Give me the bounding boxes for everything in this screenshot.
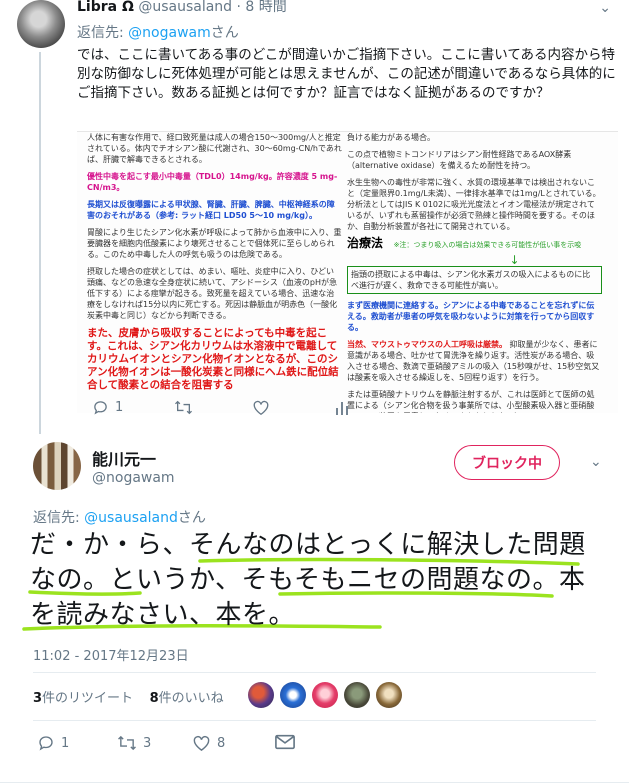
thread-connector <box>39 52 41 434</box>
liker-avatar[interactable] <box>376 682 402 708</box>
like-count: 8 <box>217 735 226 751</box>
liker-avatar[interactable] <box>344 682 370 708</box>
document-text: この点で植物ミトコンドリアはシアン耐性経路であるAOX酵素（alternativ… <box>347 150 572 170</box>
document-text: また、皮膚から吸収することによっても中毒を起こす。これは、シアン化カリウムは水溶… <box>87 327 339 391</box>
document-text: 優性中毒を起こす最小中毒量（TDL0）14mg/kg。許容濃度 5 mg-CN/… <box>87 172 338 192</box>
reply-button[interactable]: 1 <box>92 399 123 416</box>
retweets-stat[interactable]: 3件のリツイート <box>33 691 133 706</box>
time-separator: · <box>236 0 241 15</box>
liker-avatar[interactable] <box>312 682 338 708</box>
document-text: 摂取した場合の症状としては、めまい、嘔吐、炎症中に入り、ひどい頭痛、などの急速な… <box>87 267 338 320</box>
retweets-label: 件のリツイート <box>42 691 134 706</box>
document-right-column: 負ける能力がある場合。 この点で植物ミトコンドリアはシアン耐性経路であるAOX酵… <box>347 132 602 413</box>
attached-image[interactable]: 人体に有害な作用で、経口致死量は成人の場合150～300mg/人と推定されている… <box>77 131 618 413</box>
main-action-bar: 1 3 8 <box>37 734 337 754</box>
document-text-row: 当然、マウストゥマウスの人工呼吸は厳禁。 抑取量が少なく、患者に意識がある場合、… <box>347 339 602 383</box>
tweet-text: では、ここに書いてある事のどこが間違いかご指摘下さい。ここに書いてある内容から特… <box>77 47 616 101</box>
tweet-stats: 3件のリツイート 8件のいいね <box>33 687 224 706</box>
likers-avatars <box>248 682 402 708</box>
tweet-time[interactable]: 8 時間 <box>245 0 286 15</box>
reply-icon <box>39 736 53 751</box>
retweet-button[interactable]: 3 <box>117 734 151 752</box>
reply-count: 1 <box>115 400 124 415</box>
document-text: 負ける能力がある場合。 <box>347 133 435 142</box>
reply-action-bar: 1 <box>92 399 392 419</box>
analytics-button[interactable] <box>335 399 349 415</box>
tweet-text: だ・か・ら、そんなのはとっくに解決した問題なの。というか、そもそもニセの問題なの… <box>30 530 586 630</box>
divider <box>33 720 596 721</box>
chevron-down-icon[interactable]: ⌄ <box>599 0 611 16</box>
document-text: 水生生物への毒性が非常に強く、水質の環境基準では検出されないこと（定量限界0.1… <box>347 178 601 231</box>
retweets-count: 3 <box>33 691 43 706</box>
reply-icon <box>94 401 107 415</box>
document-text: 長期又は反復曝露による甲状腺、腎臓、肝臓、脾臓、中枢神経系の障害のおそれがある（… <box>87 200 335 220</box>
display-name[interactable]: Libra Ω <box>77 0 134 15</box>
reply-count: 1 <box>61 735 70 751</box>
reply-header: Libra Ω @usausaland · 8 時間 <box>77 0 287 16</box>
likes-count: 8 <box>149 691 159 706</box>
likes-label: 件のいいね <box>158 691 224 706</box>
divider <box>33 672 596 673</box>
main-tweet: 能川元一 @nogawam ブロック中 ⌄ 返信先: @usausalandさん… <box>0 434 629 783</box>
retweet-icon <box>174 400 193 415</box>
retweet-icon <box>118 735 136 751</box>
stats-icon <box>336 402 348 415</box>
replying-to-suffix: さん <box>210 25 239 41</box>
like-icon <box>193 735 210 751</box>
document-boxed-text: 指頭の摂取による中毒は、シアン化水素ガスの吸入によるものに比べ進行が遅く、救命で… <box>347 266 602 294</box>
liker-avatar[interactable] <box>280 682 306 708</box>
document-text: まず医療機関に連絡する。シアンによる中毒であることを忘れずに伝える。救助者が患者… <box>347 301 595 332</box>
document-text: 当然、マウストゥマウスの人工呼吸は厳禁。 <box>347 340 507 349</box>
retweet-count: 3 <box>143 735 152 751</box>
like-button[interactable] <box>252 399 276 416</box>
tweet-timestamp[interactable]: 11:02 - 2017年12月23日 <box>33 645 189 664</box>
mention-link[interactable]: @nogawam <box>128 25 211 41</box>
reply-button[interactable]: 1 <box>37 734 69 752</box>
document-left-column: 人体に有害な作用で、経口致死量は成人の場合150～300mg/人と推定されている… <box>87 132 342 398</box>
document-heading: 治療法 <box>347 236 384 250</box>
direct-message-button[interactable] <box>275 734 295 750</box>
like-icon <box>253 400 269 416</box>
likes-stat[interactable]: 8件のいいね <box>150 691 224 706</box>
document-text: 胃酸により生じたシアン化水素が呼吸によって肺から血液中に入り、重要臓器を細胞内低… <box>87 228 342 259</box>
mail-icon <box>275 734 295 750</box>
retweet-button[interactable] <box>174 399 199 416</box>
like-button[interactable]: 8 <box>192 734 225 752</box>
user-handle[interactable]: @usausaland <box>138 0 232 15</box>
replying-to-label: 返信先: <box>77 25 124 41</box>
reply-tweet[interactable]: Libra Ω @usausaland · 8 時間 ⌄ 返信先: @nogaw… <box>0 0 629 434</box>
document-note: ※注：つまり吸入の場合は効果できる可能性が低い事を示唆 <box>393 241 582 249</box>
liker-avatar[interactable] <box>248 682 274 708</box>
arrow-down-icon: ↓ <box>509 253 520 267</box>
replying-to: 返信先: @nogawamさん <box>77 22 239 42</box>
avatar[interactable] <box>17 0 65 48</box>
document-heading-row: 治療法 ※注：つまり吸入の場合は効果できる可能性が低い事を示唆 <box>347 236 602 251</box>
document-text: 人体に有害な作用で、経口致死量は成人の場合150～300mg/人と推定されている… <box>87 133 342 164</box>
